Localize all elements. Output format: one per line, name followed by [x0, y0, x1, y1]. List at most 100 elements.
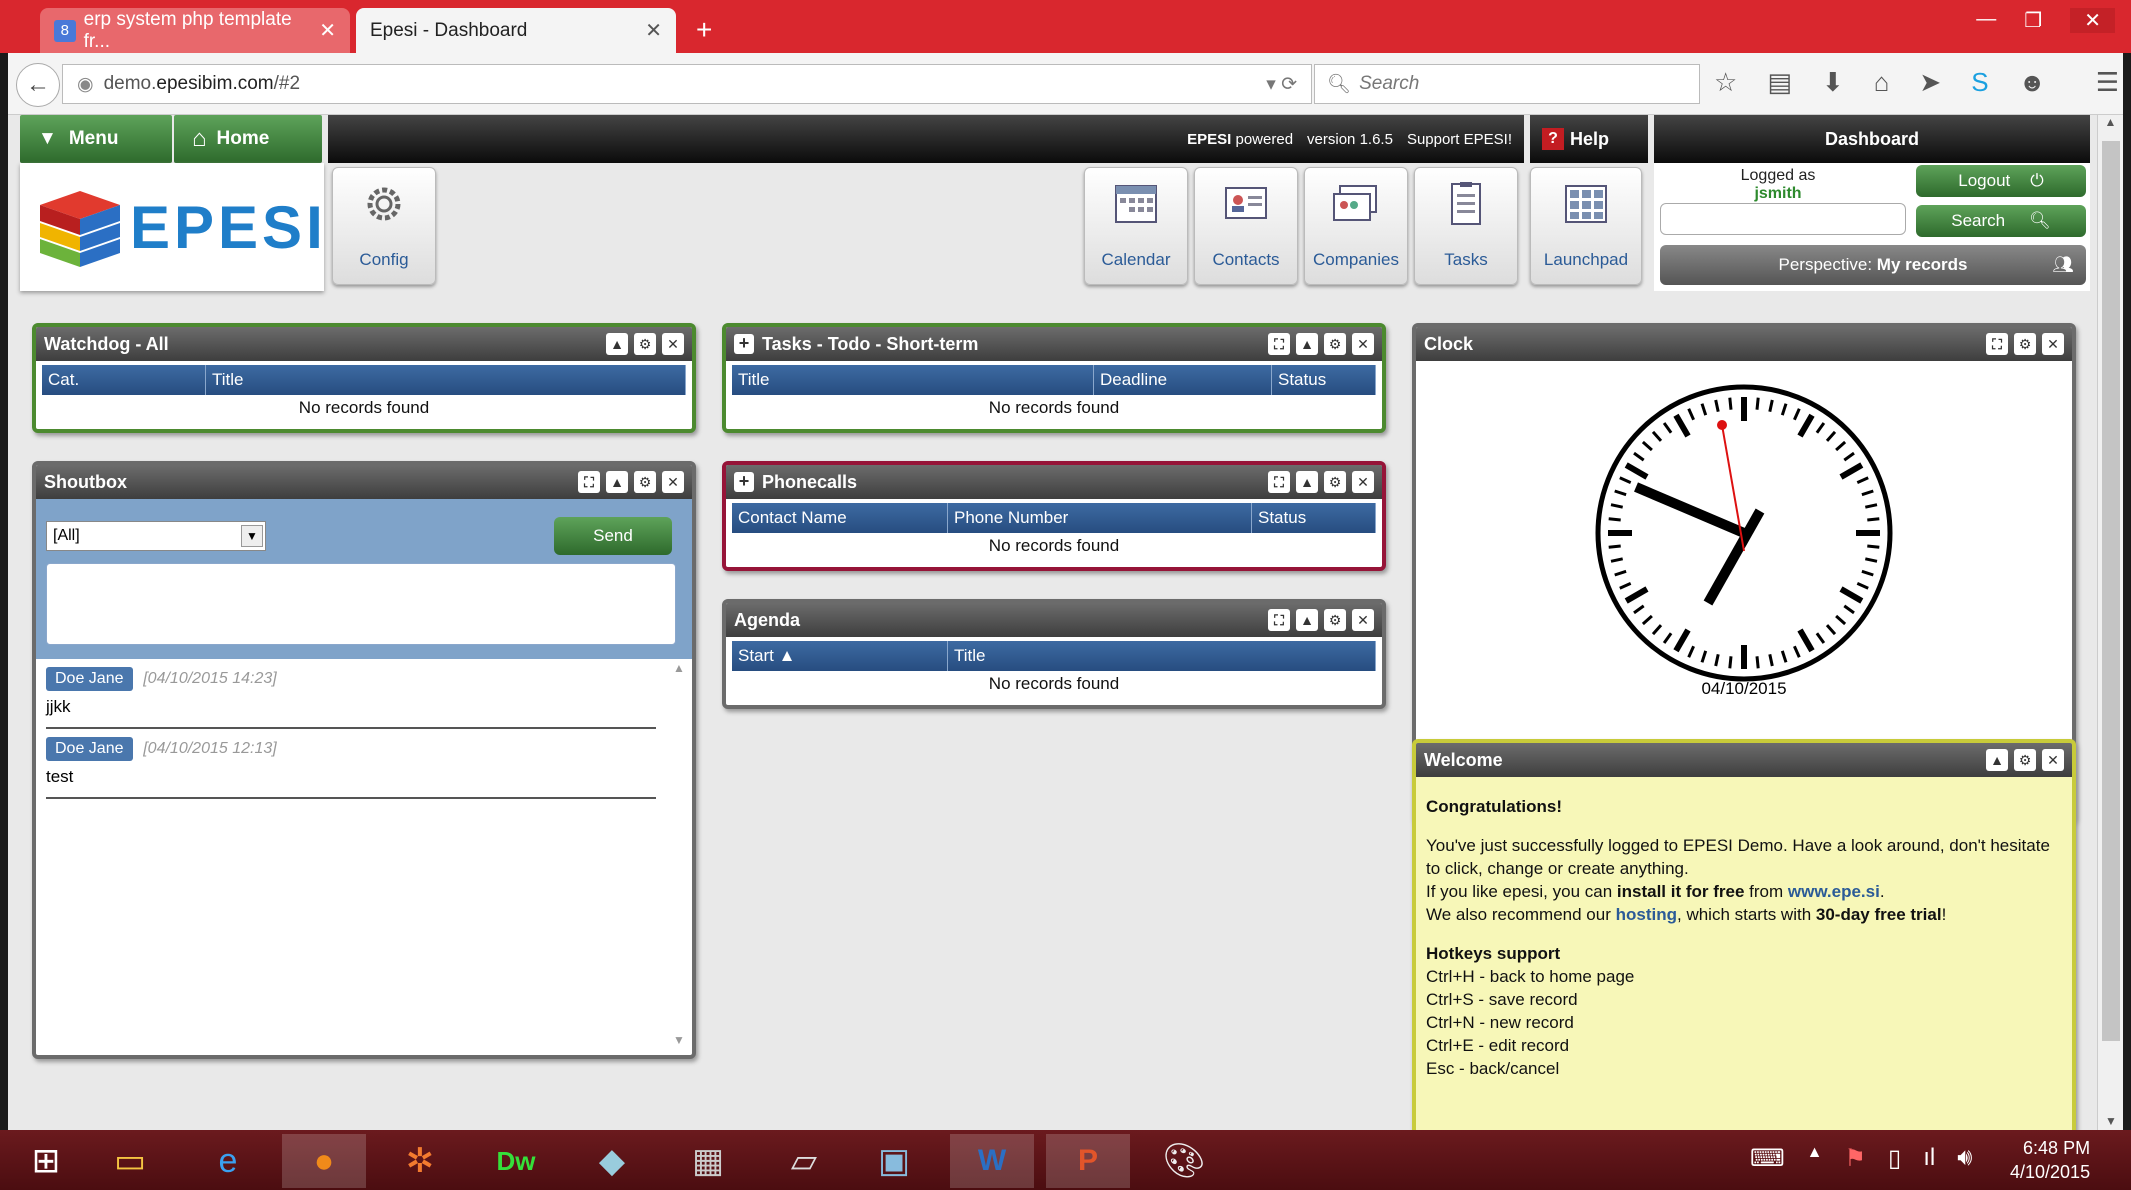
config-button[interactable]: Config [332, 167, 436, 285]
paint-icon[interactable]: 🎨︎ [1142, 1134, 1226, 1188]
calculator-icon[interactable]: ▦ [666, 1134, 750, 1188]
home-icon[interactable]: ⌂ [1874, 67, 1890, 98]
scroll-up-icon[interactable]: ▲ [670, 661, 688, 675]
settings-icon[interactable]: ⚙ [634, 333, 656, 355]
internet-explorer-icon[interactable]: e [186, 1134, 270, 1188]
column-header[interactable]: Cat. [42, 365, 206, 395]
settings-icon[interactable]: ⚙ [1324, 333, 1346, 355]
dreamweaver-icon[interactable]: Dw [474, 1134, 558, 1188]
scroll-down-icon[interactable]: ▼ [670, 1033, 688, 1047]
column-header[interactable]: Start ▲ [732, 641, 948, 671]
close-window-icon[interactable]: ✕ [2070, 8, 2115, 33]
menu-button[interactable]: ▼ Menu [20, 115, 172, 163]
logout-button[interactable]: Logout ⏻ [1916, 165, 2086, 197]
taskbar-clock[interactable]: 6:48 PM 4/10/2015 [2010, 1136, 2090, 1184]
add-icon[interactable]: + [734, 472, 754, 492]
bookmark-star-icon[interactable]: ☆ [1714, 67, 1737, 98]
photos-icon[interactable]: ▣ [852, 1134, 936, 1188]
close-icon[interactable]: ✕ [2042, 749, 2064, 771]
send-button[interactable]: Send [554, 517, 672, 555]
minimize-icon[interactable]: — [1976, 8, 1996, 33]
chat-icon[interactable]: ☻ [2019, 67, 2046, 98]
column-header[interactable]: Title [948, 641, 1376, 671]
column-header[interactable]: Phone Number [948, 503, 1252, 533]
close-icon[interactable]: ✕ [2042, 333, 2064, 355]
column-header[interactable]: Contact Name [732, 503, 948, 533]
windows-start-icon[interactable]: ⊞ [4, 1134, 88, 1188]
column-header[interactable]: Title [206, 365, 686, 395]
tasks-button[interactable]: Tasks [1414, 167, 1518, 285]
messages-scrollbar[interactable]: ▲ ▼ [670, 661, 688, 1051]
address-bar[interactable]: ◉ demo. epesibim.com/#2 ▾ ⟳ [62, 64, 1312, 104]
xampp-icon[interactable]: ✲ [378, 1134, 462, 1188]
task-manager-icon[interactable]: ▱ [762, 1134, 846, 1188]
collapse-icon[interactable]: ▲ [606, 333, 628, 355]
word-icon[interactable]: W [950, 1134, 1034, 1188]
battery-icon[interactable]: ▯ [1888, 1144, 1901, 1173]
powerpoint-icon[interactable]: P [1046, 1134, 1130, 1188]
collapse-icon[interactable]: ▲ [1986, 749, 2008, 771]
scroll-down-icon[interactable]: ▼ [2098, 1114, 2124, 1128]
support-link[interactable]: Support EPESI! [1407, 131, 1512, 148]
collapse-icon[interactable]: ▲ [1296, 333, 1318, 355]
browser-search-input[interactable]: 🔍︎ Search [1314, 64, 1700, 104]
new-tab-icon[interactable]: + [696, 14, 712, 46]
tray-expand-icon[interactable]: ▲ [1807, 1144, 1823, 1173]
close-icon[interactable]: ✕ [1352, 471, 1374, 493]
scroll-up-icon[interactable]: ▲ [2098, 115, 2123, 129]
restore-icon[interactable]: ❐ [2024, 8, 2042, 33]
settings-icon[interactable]: ⚙ [2014, 749, 2036, 771]
back-arrow-icon[interactable]: ← [16, 63, 60, 107]
file-explorer-icon[interactable]: ▭ [88, 1134, 172, 1188]
quick-search-input[interactable] [1660, 203, 1906, 235]
recipient-select[interactable]: [All] ▼ [46, 521, 266, 551]
tab-epesi-dashboard[interactable]: Epesi - Dashboard ✕ [356, 8, 676, 53]
close-icon[interactable]: ✕ [662, 333, 684, 355]
scroll-thumb[interactable] [2102, 141, 2120, 1041]
calendar-button[interactable]: Calendar [1084, 167, 1188, 285]
volume-icon[interactable]: 🔊︎ [1957, 1144, 1972, 1173]
keyboard-icon[interactable]: ⌨ [1750, 1144, 1785, 1173]
fullscreen-icon[interactable]: ⛶ [1268, 333, 1290, 355]
hamburger-menu-icon[interactable]: ☰ [2096, 67, 2119, 98]
collapse-icon[interactable]: ▲ [606, 471, 628, 493]
contacts-button[interactable]: Contacts [1194, 167, 1298, 285]
perspective-button[interactable]: Perspective: My records 👥︎ [1660, 245, 2086, 285]
column-header[interactable]: Status [1252, 503, 1376, 533]
settings-icon[interactable]: ⚙ [1324, 609, 1346, 631]
settings-icon[interactable]: ⚙ [1324, 471, 1346, 493]
fullscreen-icon[interactable]: ⛶ [1268, 471, 1290, 493]
username[interactable]: jsmith [1718, 185, 1838, 203]
download-icon[interactable]: ⬇ [1822, 67, 1844, 98]
fullscreen-icon[interactable]: ⛶ [1986, 333, 2008, 355]
close-icon[interactable]: ✕ [1352, 609, 1374, 631]
launchpad-button[interactable]: Launchpad [1530, 167, 1642, 285]
tab-close-icon[interactable]: ✕ [319, 18, 336, 43]
settings-icon[interactable]: ⚙ [634, 471, 656, 493]
page-scrollbar[interactable]: ▲ ▼ [2097, 115, 2123, 1130]
chevron-down-icon[interactable]: ▼ [241, 525, 263, 547]
message-author[interactable]: Doe Jane [46, 667, 133, 691]
fullscreen-icon[interactable]: ⛶ [578, 471, 600, 493]
close-icon[interactable]: ✕ [662, 471, 684, 493]
shout-message-input[interactable] [46, 563, 676, 645]
action-center-flag-icon[interactable]: ⚑ [1844, 1144, 1866, 1173]
collapse-icon[interactable]: ▲ [1296, 471, 1318, 493]
companies-button[interactable]: Companies [1304, 167, 1408, 285]
network-signal-icon[interactable]: ıl [1923, 1144, 1935, 1173]
hosting-link[interactable]: hosting [1616, 905, 1677, 924]
collapse-icon[interactable]: ▲ [1296, 609, 1318, 631]
send-icon[interactable]: ➤ [1919, 67, 1941, 98]
reload-icon[interactable]: ▾ ⟳ [1266, 73, 1297, 96]
tab-close-icon[interactable]: ✕ [645, 18, 662, 43]
home-button[interactable]: ⌂ Home [174, 115, 322, 163]
settings-icon[interactable]: ⚙ [2014, 333, 2036, 355]
epesi-site-link[interactable]: www.epe.si [1788, 882, 1880, 901]
skype-icon[interactable]: S [1971, 67, 1988, 98]
app-icon[interactable]: ◆ [570, 1134, 654, 1188]
column-header[interactable]: Title [732, 365, 1094, 395]
reading-list-icon[interactable]: ▤ [1767, 67, 1792, 98]
firefox-icon[interactable]: ● [282, 1134, 366, 1188]
search-button[interactable]: Search 🔍︎ [1916, 205, 2086, 237]
fullscreen-icon[interactable]: ⛶ [1268, 609, 1290, 631]
